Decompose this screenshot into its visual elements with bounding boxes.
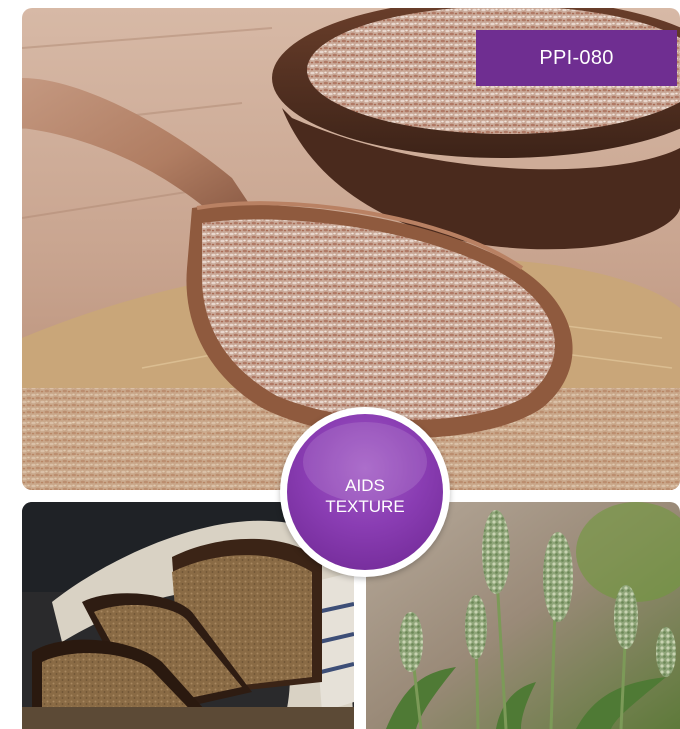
feature-badge-circle: AIDS TEXTURE bbox=[287, 414, 443, 570]
badge-line-2: TEXTURE bbox=[325, 497, 405, 516]
badge-line-1: AIDS bbox=[345, 476, 385, 495]
product-code-tag: PPI-080 bbox=[476, 30, 677, 86]
feature-badge-text: AIDS TEXTURE bbox=[287, 475, 443, 517]
feature-badge: AIDS TEXTURE bbox=[280, 407, 450, 577]
